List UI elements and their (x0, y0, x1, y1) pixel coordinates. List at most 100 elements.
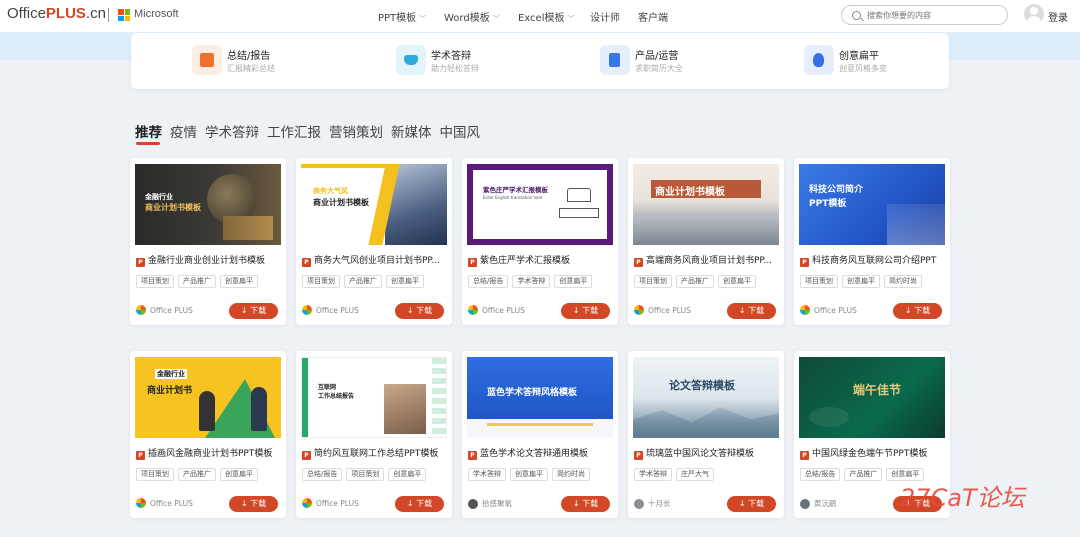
tag[interactable]: 产品推广 (344, 275, 382, 288)
tag[interactable]: 创意扁平 (554, 275, 593, 288)
user-avatar[interactable] (1024, 4, 1044, 24)
author[interactable]: Office PLUS (136, 498, 193, 508)
template-card[interactable]: 商务大气风 商业计划书模板 P 商务大气风创业项目计划书PP... 项目策划 产品… (296, 158, 452, 325)
tag[interactable]: 简约时尚 (884, 275, 922, 288)
author-avatar (800, 305, 810, 315)
tag[interactable]: 产品推广 (676, 275, 714, 288)
template-thumbnail[interactable]: 论文答辩模板 (633, 357, 779, 438)
author[interactable]: Office PLUS (136, 305, 193, 315)
template-title[interactable]: P 蓝色学术论文答辩通用模板 (468, 446, 614, 460)
officeplus-logo[interactable]: OfficePLUS.cn (7, 5, 106, 22)
tag[interactable]: 产品推广 (844, 468, 883, 481)
tag[interactable]: 创意扁平 (386, 275, 424, 288)
nav-word-templates[interactable]: Word模板 ﹀ (444, 9, 500, 24)
template-card[interactable]: 商业计划书模板 P 高端商务风商业项目计划书PP... 项目策划 产品推广 创意扁… (628, 158, 784, 325)
tag[interactable]: 项目策划 (136, 468, 174, 481)
tag[interactable]: 创意扁平 (388, 468, 427, 481)
tag[interactable]: 创意扁平 (718, 275, 756, 288)
tag[interactable]: 创意扁平 (510, 468, 548, 481)
template-card[interactable]: 互联网 工作总结报告 P 简约风互联网工作总结PPT模板 总结/报告 项目策划 创… (296, 351, 452, 518)
download-button[interactable]: ↓ 下载 (561, 303, 610, 319)
template-title[interactable]: P 金融行业商业创业计划书模板 (136, 253, 282, 267)
search-input[interactable] (867, 9, 1002, 22)
template-thumbnail[interactable]: 金融行业 商业计划书 (135, 357, 281, 438)
template-title[interactable]: P 紫色庄严学术汇报模板 (468, 253, 614, 267)
template-thumbnail[interactable]: 蓝色学术答辩风格模板 (467, 357, 613, 438)
download-button[interactable]: ↓ 下载 (395, 496, 444, 512)
nav-designers[interactable]: 设计师 (590, 9, 620, 24)
tab-work-report[interactable]: 工作汇报 (267, 121, 321, 145)
tag[interactable]: 创意扁平 (220, 468, 258, 481)
author-avatar (634, 305, 644, 315)
tag[interactable]: 总结/报告 (800, 468, 841, 481)
tag[interactable]: 项目策划 (302, 275, 340, 288)
author[interactable]: Office PLUS (468, 305, 525, 315)
template-title[interactable]: P 插画风金融商业计划书PPT模板 (136, 446, 282, 460)
template-title[interactable]: P 科技商务风互联网公司介绍PPT (800, 253, 946, 267)
template-card[interactable]: 紫色庄严学术汇报模板 Enter English translation her… (462, 158, 618, 325)
tag[interactable]: 产品推广 (178, 468, 216, 481)
download-button[interactable]: ↓ 下载 (727, 303, 776, 319)
ppt-file-icon: P (136, 451, 145, 460)
template-title[interactable]: P 高端商务风商业项目计划书PP... (634, 253, 780, 267)
download-button[interactable]: ↓ 下载 (395, 303, 444, 319)
tag[interactable]: 简约时尚 (552, 468, 590, 481)
author[interactable]: Office PLUS (800, 305, 857, 315)
template-thumbnail[interactable]: 商业计划书模板 (633, 164, 779, 245)
download-button[interactable]: ↓ 下载 (229, 303, 278, 319)
tag[interactable]: 学术答辩 (634, 468, 672, 481)
tab-new-media[interactable]: 新媒体 (391, 121, 432, 145)
nav-excel-templates[interactable]: Excel模板 ﹀ (518, 9, 575, 24)
download-button[interactable]: ↓ 下载 (893, 303, 942, 319)
tag-list: 总结/报告 学术答辩 创意扁平 (468, 275, 596, 288)
template-card[interactable]: 金融行业 商业计划书模板 P 金融行业商业创业计划书模板 项目策划 产品推广 创意… (130, 158, 286, 325)
template-thumbnail[interactable]: 科技公司简介 PPT模板 (799, 164, 945, 245)
author[interactable]: 黄沅鹂 (800, 498, 837, 509)
template-thumbnail[interactable]: 商务大气风 商业计划书模板 (301, 164, 447, 245)
nav-ppt-templates[interactable]: PPT模板 ﹀ (378, 9, 426, 24)
tag[interactable]: 项目策划 (136, 275, 174, 288)
download-button[interactable]: ↓ 下载 (561, 496, 610, 512)
template-title[interactable]: P 简约风互联网工作总结PPT模板 (302, 446, 448, 460)
template-title[interactable]: P 中国风绿金色端午节PPT模板 (800, 446, 946, 460)
template-card[interactable]: 论文答辩模板 P 琉璃蓝中国风论文答辩模板 学术答辩 庄严大气 十月长 ↓ 下载 (628, 351, 784, 518)
nav-client[interactable]: 客户端 (638, 9, 668, 24)
author[interactable]: Office PLUS (302, 498, 359, 508)
template-title[interactable]: P 琉璃蓝中国风论文答辩模板 (634, 446, 780, 460)
author[interactable]: Office PLUS (302, 305, 359, 315)
tag[interactable]: 创意扁平 (220, 275, 258, 288)
tab-epidemic[interactable]: 疫情 (170, 121, 197, 145)
login-link[interactable]: 登录 (1048, 9, 1068, 24)
tab-academic[interactable]: 学术答辩 (205, 121, 259, 145)
tag[interactable]: 项目策划 (634, 275, 672, 288)
author[interactable]: 拾感聚氧 (468, 498, 512, 509)
tag[interactable]: 产品推广 (178, 275, 216, 288)
author[interactable]: Office PLUS (634, 305, 691, 315)
download-button[interactable]: ↓ 下载 (229, 496, 278, 512)
template-card[interactable]: 金融行业 商业计划书 P 插画风金融商业计划书PPT模板 项目策划 产品推广 创意… (130, 351, 286, 518)
tag-list: 项目策划 创意扁平 简约时尚 (800, 275, 926, 288)
tag[interactable]: 学术答辩 (468, 468, 506, 481)
template-thumbnail[interactable]: 紫色庄严学术汇报模板 Enter English translation her… (467, 164, 613, 245)
tag[interactable]: 学术答辩 (512, 275, 551, 288)
tag[interactable]: 总结/报告 (302, 468, 343, 481)
tag[interactable]: 项目策划 (800, 275, 838, 288)
ppt-file-icon: P (136, 258, 145, 267)
tag[interactable]: 项目策划 (346, 468, 385, 481)
template-thumbnail[interactable]: 端午佳节 (799, 357, 945, 438)
template-card[interactable]: 蓝色学术答辩风格模板 P 蓝色学术论文答辩通用模板 学术答辩 创意扁平 简约时尚 … (462, 351, 618, 518)
template-title[interactable]: P 商务大气风创业项目计划书PP... (302, 253, 448, 267)
search-box[interactable] (841, 5, 1008, 25)
tab-recommended[interactable]: 推荐 (135, 121, 162, 145)
tag[interactable]: 总结/报告 (468, 275, 509, 288)
tab-chinese-style[interactable]: 中国风 (440, 121, 481, 145)
template-thumbnail[interactable]: 金融行业 商业计划书模板 (135, 164, 281, 245)
template-card[interactable]: 科技公司简介 PPT模板 P 科技商务风互联网公司介绍PPT 项目策划 创意扁平 … (794, 158, 950, 325)
download-button[interactable]: ↓ 下载 (727, 496, 776, 512)
tag[interactable]: 庄严大气 (676, 468, 714, 481)
template-thumbnail[interactable]: 互联网 工作总结报告 (301, 357, 447, 438)
author[interactable]: 十月长 (634, 498, 671, 509)
category-title: 学术答辩 (431, 51, 471, 62)
tab-marketing[interactable]: 营销策划 (329, 121, 383, 145)
tag[interactable]: 创意扁平 (842, 275, 880, 288)
